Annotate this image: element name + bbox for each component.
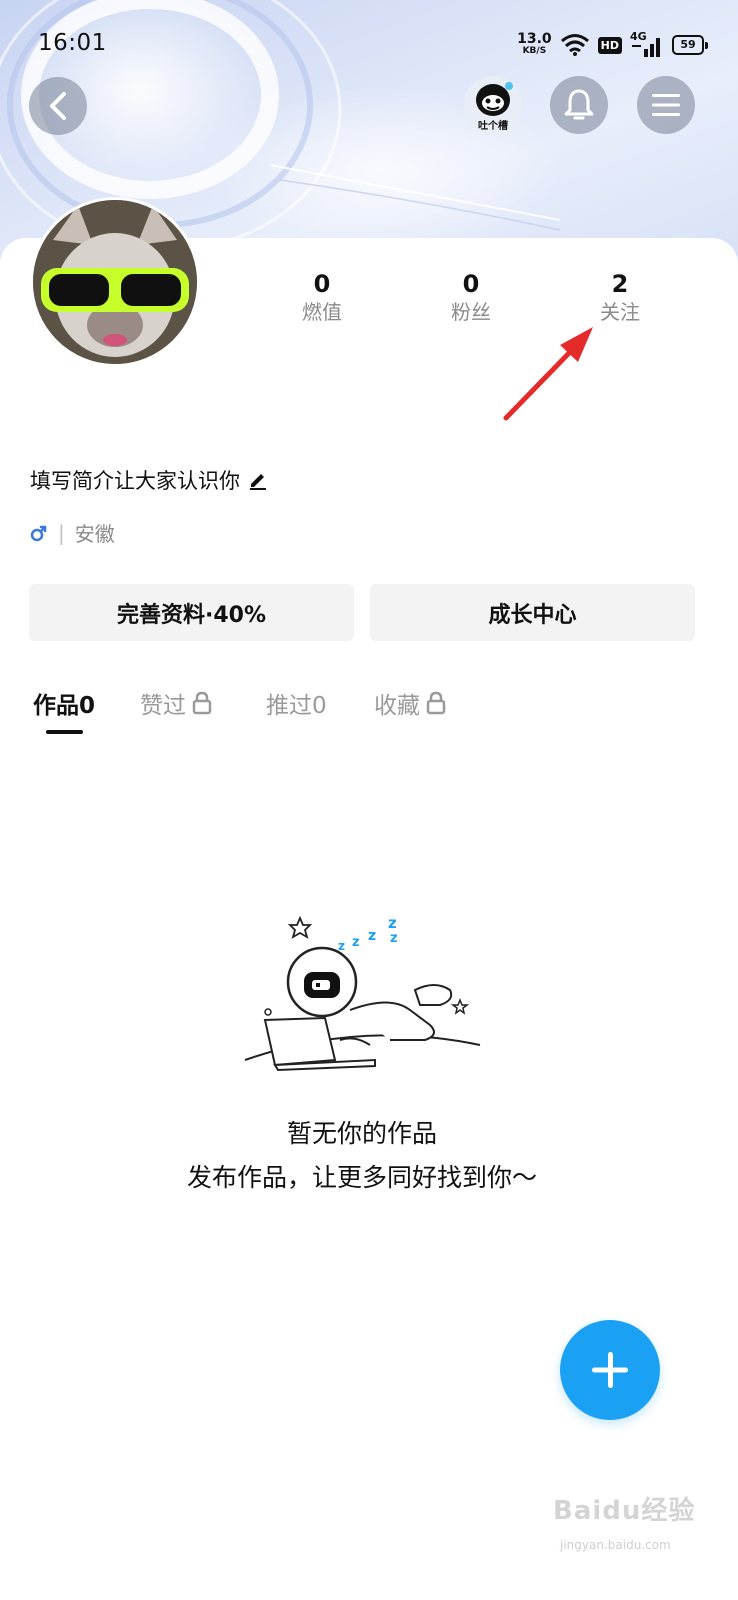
lock-icon [192, 691, 212, 715]
svg-text:z: z [352, 935, 360, 950]
location-text: 安徽 [74, 522, 115, 546]
annotation-arrow [503, 327, 593, 421]
profile-meta: | 安徽 [30, 518, 115, 547]
create-post-button[interactable] [560, 1320, 660, 1420]
tab-favorites[interactable]: 收藏 [374, 686, 446, 720]
watermark-brand: Baidu经验 [553, 1496, 696, 1526]
svg-text:z: z [338, 939, 345, 953]
complete-profile-button[interactable]: 完善资料·40% [29, 584, 354, 641]
meta-separator: | [58, 520, 65, 545]
lock-icon [426, 691, 446, 715]
empty-state-subtitle: 发布作品，让更多同好找到你～ [186, 1163, 537, 1192]
active-tab-indicator [46, 730, 83, 734]
tab-pushed[interactable]: 推过0 [266, 686, 327, 720]
edit-pencil-icon[interactable] [248, 470, 268, 490]
watermark-url: jingyan.baidu.com [560, 1538, 671, 1552]
tab-liked[interactable]: 赞过 [140, 686, 212, 720]
bio-field[interactable]: 填写简介让大家认识你 [30, 465, 268, 495]
svg-text:z: z [390, 931, 398, 946]
sleeping-astronaut-illustration: z z z z z [244, 914, 481, 1072]
tab-label: 作品0 [33, 693, 96, 719]
svg-text:z: z [368, 928, 376, 944]
bio-placeholder: 填写简介让大家认识你 [30, 469, 240, 493]
male-icon [30, 525, 47, 541]
tab-works[interactable]: 作品0 [33, 686, 95, 720]
tab-label: 收藏 [374, 693, 420, 719]
tab-label: 推过0 [266, 693, 327, 719]
svg-text:z: z [388, 914, 397, 932]
empty-state-title: 暂无你的作品 [286, 1119, 437, 1148]
growth-center-button[interactable]: 成长中心 [370, 584, 695, 641]
plus-icon [592, 1352, 628, 1388]
content-tabs: 作品0 赞过 推过0 收藏 [0, 686, 738, 736]
tab-label: 赞过 [140, 693, 186, 719]
